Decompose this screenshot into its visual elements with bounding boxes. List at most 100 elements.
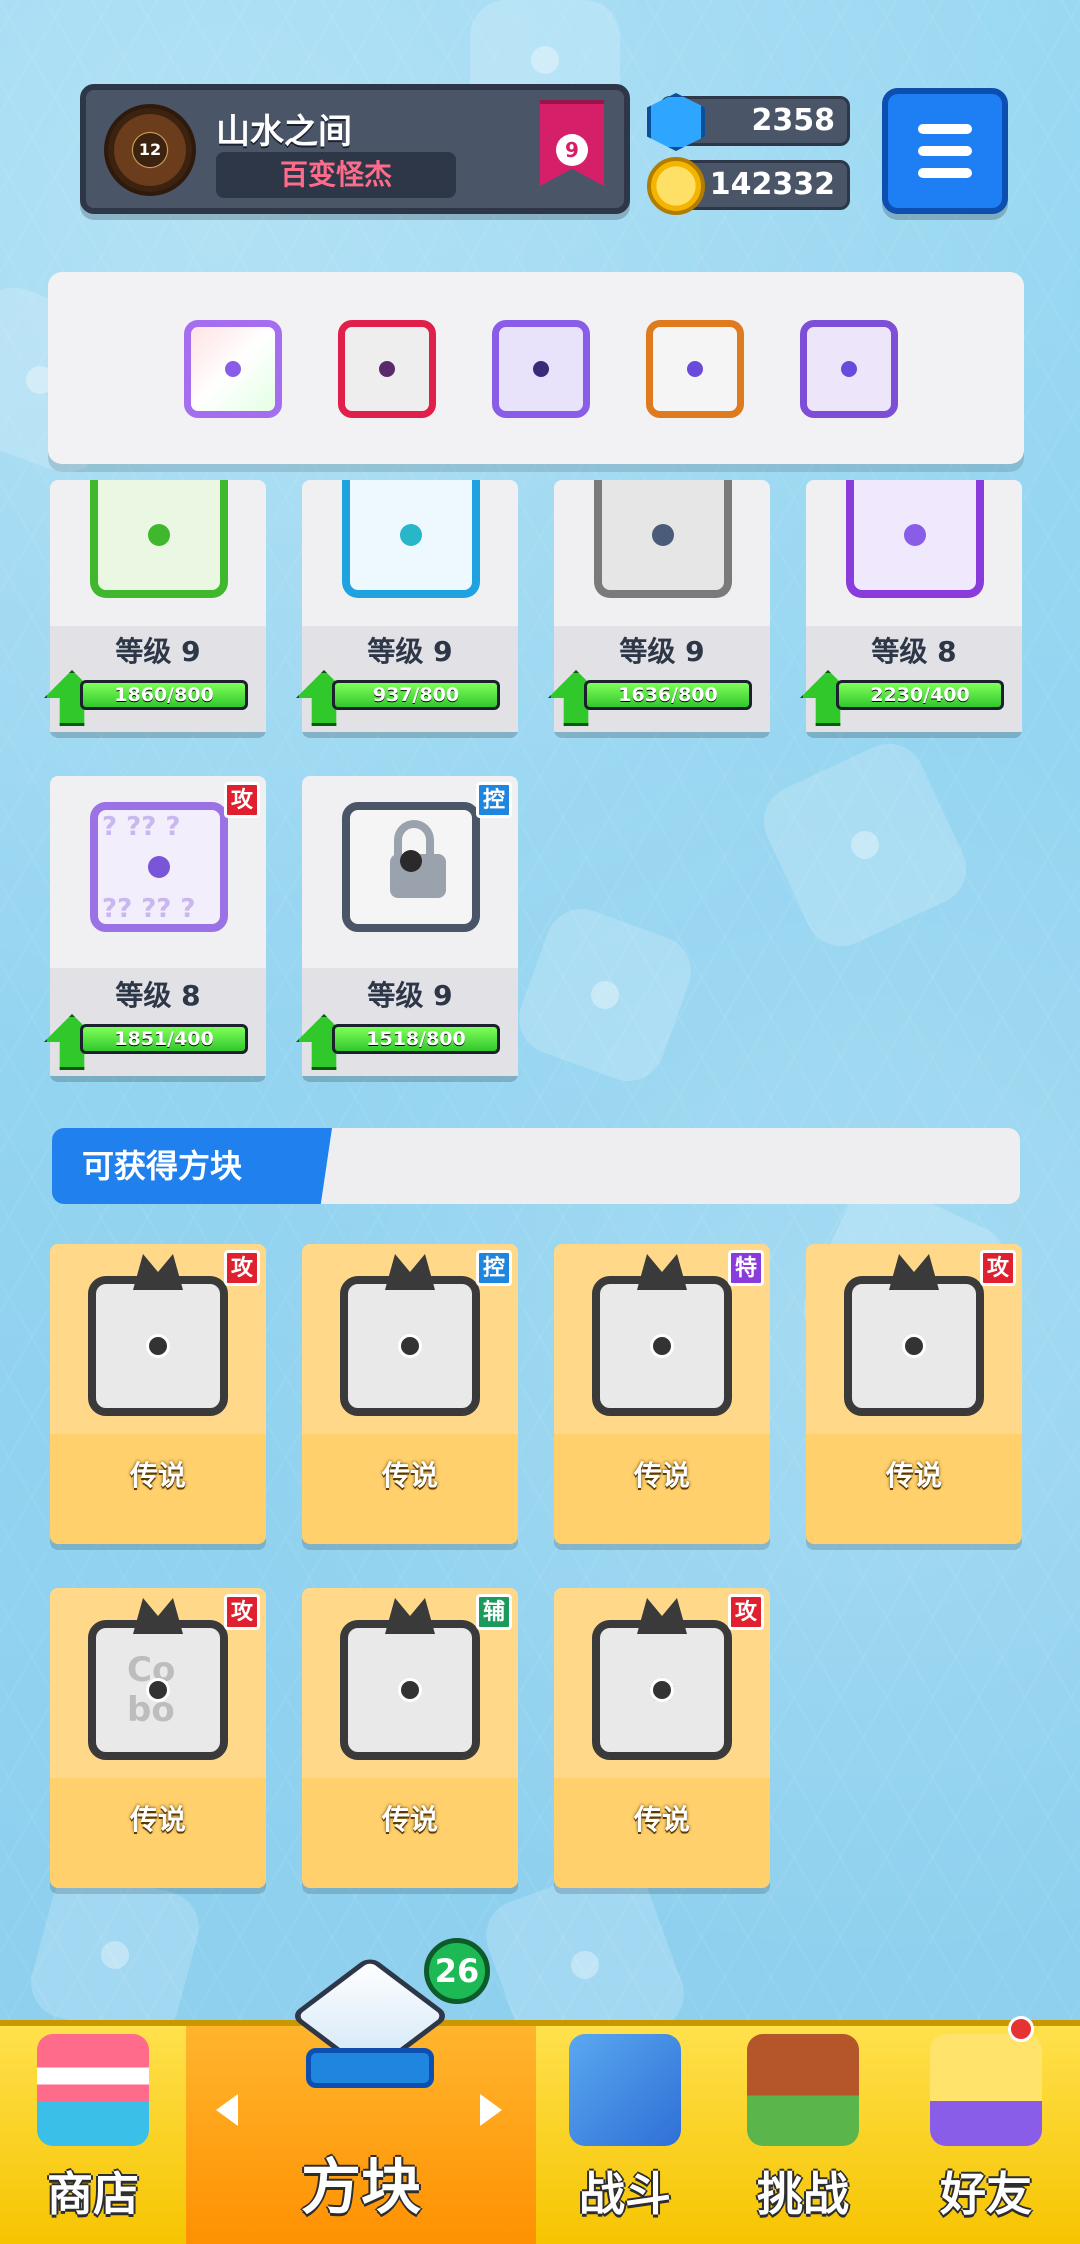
progress-text: 1636/800 [618, 684, 718, 706]
legend-dice-card[interactable]: 特 传说 [554, 1244, 770, 1544]
dice-pip [650, 1334, 674, 1358]
progress-text: 2230/400 [870, 684, 970, 706]
avatar-level: 12 [133, 133, 167, 167]
rainbow-dice-icon[interactable] [184, 320, 282, 418]
nav-friends-label: 好友 [940, 2167, 1032, 2221]
dice-face [594, 480, 732, 598]
crack-dice-icon[interactable] [492, 320, 590, 418]
nav-friends[interactable]: 好友 [892, 2026, 1080, 2244]
special-tag: 特 [728, 1250, 764, 1286]
rarity-label: 传说 [885, 1459, 942, 1492]
dice-pip [146, 1678, 170, 1702]
section-title: 可获得方块 [52, 1128, 332, 1204]
question-marks: ? ?? ? [102, 812, 181, 842]
coin-amount: 142332 [709, 167, 835, 202]
card-level: 等级 9 [115, 635, 201, 668]
signboard-icon [747, 2034, 859, 2146]
attack-tag: 攻 [980, 1250, 1016, 1286]
menu-icon-bar [918, 146, 972, 156]
dice-card[interactable]: ? ?? ? ?? ?? ? 攻 等级 8 1851/400 [44, 776, 266, 1076]
moon-dice-icon [340, 1598, 480, 1760]
gem-amount: 2358 [751, 103, 836, 138]
menu-icon-bar [918, 168, 972, 178]
dice-card[interactable]: 等级 9 937/800 [296, 480, 518, 732]
upgrade-progress: 1636/800 [584, 680, 752, 710]
card-level: 等级 9 [367, 635, 453, 668]
target-dice-icon [88, 1254, 228, 1416]
infinity-dice-icon[interactable] [646, 320, 744, 418]
rank-level: 9 [556, 134, 588, 166]
card-level: 等级 8 [871, 635, 957, 668]
dice-card[interactable]: 等级 8 2230/400 [800, 480, 1022, 732]
card-level: 等级 9 [619, 635, 705, 668]
dice-pip [398, 1334, 422, 1358]
dice-face [90, 480, 228, 598]
nav-shop-label: 商店 [47, 2167, 139, 2221]
prev-arrow-icon[interactable] [216, 2094, 238, 2126]
menu-icon [918, 124, 972, 134]
dice-count-badge: 26 [424, 1938, 490, 2004]
legend-dice-card[interactable]: 辅 传说 [302, 1588, 518, 1888]
attack-tag: 攻 [224, 782, 260, 818]
sword-dice-icon [592, 1254, 732, 1416]
spiral-dice-icon[interactable] [800, 320, 898, 418]
bottom-nav: 商店 方块 战斗 挑战 好友 [0, 2020, 1080, 2244]
friend-character-icon [930, 2034, 1042, 2146]
player-profile-panel[interactable]: 12 山水之间 百变怪杰 9 [80, 84, 630, 214]
obtainable-section-header: 可获得方块 [52, 1128, 1020, 1204]
next-arrow-icon[interactable] [480, 2094, 502, 2126]
nav-challenge-label: 挑战 [757, 2167, 849, 2221]
dice-card[interactable]: 等级 9 1636/800 [548, 480, 770, 732]
attack-tag: 攻 [224, 1250, 260, 1286]
cube-pedestal [306, 2048, 434, 2088]
dice-pip [146, 1334, 170, 1358]
control-tag: 控 [476, 1250, 512, 1286]
rarity-label: 传说 [129, 1459, 186, 1492]
legend-dice-card[interactable]: 控 传说 [302, 1244, 518, 1544]
nav-challenge[interactable]: 挑战 [714, 2026, 892, 2244]
upgrade-progress: 2230/400 [836, 680, 1004, 710]
nav-shop[interactable]: 商店 [0, 2026, 186, 2244]
legend-dice-card[interactable]: 攻 传说 [806, 1244, 1022, 1544]
dice-face [342, 802, 480, 932]
nav-battle-label: 战斗 [579, 2167, 671, 2221]
dice-cube-icon [289, 1948, 451, 2096]
player-name: 山水之间 [216, 112, 352, 152]
progress-text: 1860/800 [114, 684, 214, 706]
notification-dot [1008, 2016, 1034, 2042]
attack-tag: 攻 [728, 1594, 764, 1630]
dice-pip [398, 1678, 422, 1702]
progress-text: 937/800 [372, 684, 460, 706]
dice-card[interactable]: 等级 9 1860/800 [44, 480, 266, 732]
sword-shield-icon [569, 2034, 681, 2146]
support-tag: 辅 [476, 1594, 512, 1630]
legend-dice-card[interactable]: Co bo 攻 传说 [50, 1588, 266, 1888]
upgrade-progress: 937/800 [332, 680, 500, 710]
rank-ribbon-icon: 9 [540, 100, 604, 186]
saw-blade-dice-icon[interactable] [338, 320, 436, 418]
legend-dice-card[interactable]: ★ 攻 传说 [554, 1588, 770, 1888]
nav-battle[interactable]: 战斗 [536, 2026, 714, 2244]
dice-card[interactable]: 控 等级 9 1518/800 [296, 776, 518, 1076]
card-level: 等级 9 [367, 979, 453, 1012]
rarity-label: 传说 [381, 1803, 438, 1836]
dice-face: ? ?? ? ?? ?? ? [90, 802, 228, 932]
gem-counter[interactable]: 2358 [647, 93, 850, 151]
legend-dice-card[interactable]: 攻 传说 [50, 1244, 266, 1544]
combo-dice-icon: Co bo [88, 1598, 228, 1760]
rarity-label: 传说 [633, 1459, 690, 1492]
star-dice-icon: ★ [592, 1598, 732, 1760]
question-marks: ?? ?? ? [102, 894, 196, 924]
upgrade-progress: 1518/800 [332, 1024, 500, 1054]
dice-pip [650, 1678, 674, 1702]
progress-text: 1851/400 [114, 1028, 214, 1050]
player-avatar[interactable]: 12 [104, 104, 196, 196]
attack-tag: 攻 [224, 1594, 260, 1630]
atom-dice-icon [844, 1254, 984, 1416]
shop-icon [37, 2034, 149, 2146]
coin-counter[interactable]: 142332 [647, 157, 850, 215]
rarity-label: 传说 [129, 1803, 186, 1836]
menu-button[interactable] [882, 88, 1008, 214]
rarity-label: 传说 [381, 1459, 438, 1492]
dice-face [342, 480, 480, 598]
